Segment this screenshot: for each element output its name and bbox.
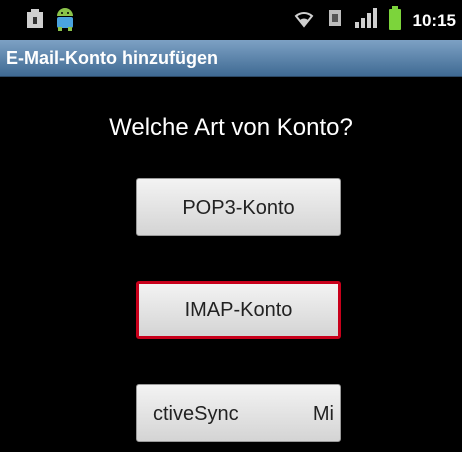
account-type-prompt: Welche Art von Konto? <box>109 114 353 141</box>
activesync-label-left: ctiveSync <box>153 403 239 425</box>
sync-icon <box>327 8 343 33</box>
title-bar: E-Mail-Konto hinzufügen <box>0 40 462 77</box>
pop3-account-button[interactable]: POP3-Konto <box>136 178 341 236</box>
page-title: E-Mail-Konto hinzufügen <box>6 48 218 68</box>
signal-icon <box>354 8 377 33</box>
wifi-icon <box>293 8 315 33</box>
battery-icon <box>388 6 401 35</box>
activesync-account-button[interactable]: ctiveSync Mi <box>136 384 341 442</box>
status-bar: 10:15 <box>0 0 462 40</box>
clock: 10:15 <box>412 10 456 30</box>
android-icon <box>54 6 76 37</box>
activesync-label-right: Mi <box>312 403 334 425</box>
imap-account-label: IMAP-Konto <box>184 299 293 321</box>
sd-card-icon <box>26 9 44 34</box>
pop3-account-label: POP3-Konto <box>182 197 295 219</box>
imap-account-button[interactable]: IMAP-Konto <box>136 281 341 339</box>
